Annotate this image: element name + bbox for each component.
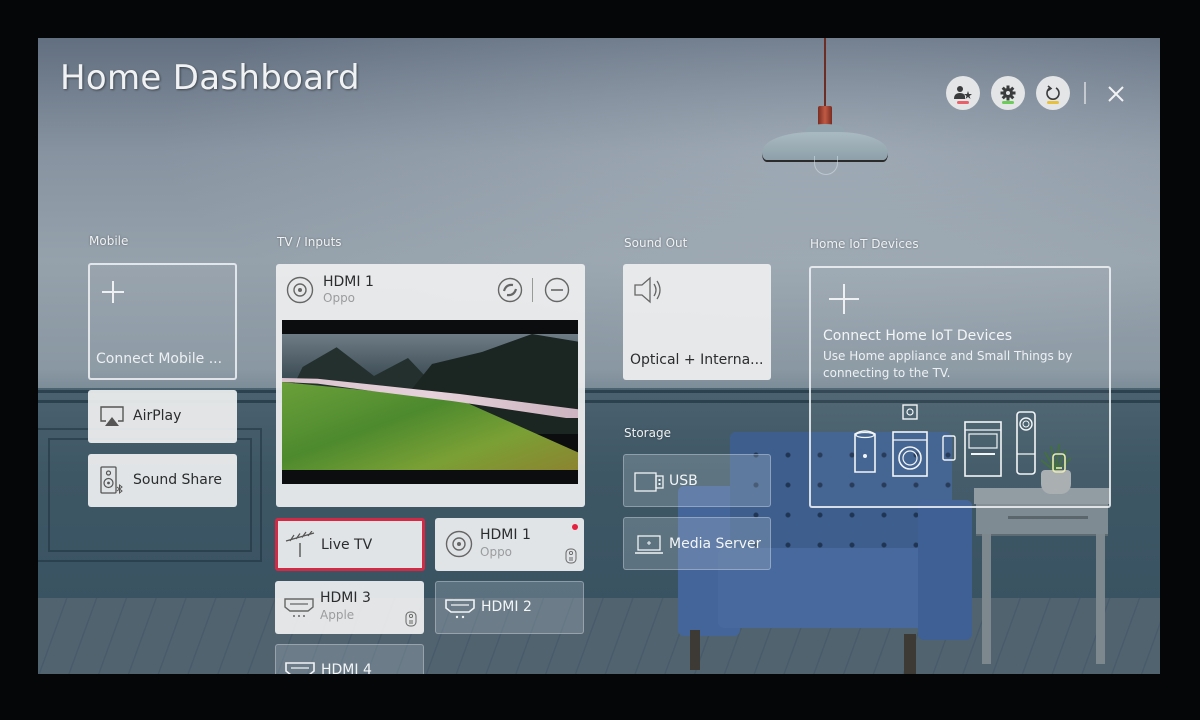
sound-out-label: Optical + Interna... — [630, 352, 764, 368]
speaker-icon — [634, 276, 661, 304]
user-star-icon — [954, 86, 972, 99]
input-hdmi-3[interactable]: HDMI 3 Apple — [275, 581, 424, 634]
hdmi-port-icon — [285, 662, 315, 674]
washing-machine-icon — [892, 404, 928, 477]
input-device: Apple — [320, 608, 355, 622]
iot-card-title: Connect Home IoT Devices — [823, 328, 1012, 344]
current-input-device: Oppo — [323, 291, 356, 305]
sync-icon[interactable] — [497, 277, 523, 303]
user-profile-button[interactable] — [946, 76, 980, 110]
input-name: Live TV — [321, 537, 373, 553]
tv-screen: Home Dashboard Mobile Connect Mobile ...… — [38, 38, 1160, 674]
phone-icon — [942, 435, 956, 461]
connect-mobile-card[interactable]: Connect Mobile ... — [88, 263, 237, 380]
close-icon[interactable] — [1104, 82, 1128, 106]
disc-input-icon — [445, 530, 473, 558]
settings-indicator — [1002, 101, 1014, 104]
storage-usb-label: USB — [669, 473, 698, 489]
remote-icon — [565, 548, 577, 564]
background-floor — [38, 598, 1160, 674]
airplay-icon — [100, 406, 124, 426]
storage-media-server-card[interactable]: Media Server — [623, 517, 771, 570]
refresh-button[interactable] — [1036, 76, 1070, 110]
sensor-icon — [1052, 453, 1066, 473]
header-divider — [1084, 82, 1086, 104]
gear-icon — [1000, 85, 1016, 101]
input-hdmi-2[interactable]: HDMI 2 — [435, 581, 584, 634]
storage-media-server-label: Media Server — [669, 536, 762, 552]
input-hdmi-1[interactable]: HDMI 1 Oppo — [435, 518, 584, 571]
connect-mobile-label: Connect Mobile ... — [96, 351, 223, 367]
connect-iot-card[interactable]: Connect Home IoT Devices Use Home applia… — [809, 266, 1111, 508]
remote-icon — [405, 611, 417, 627]
input-name: HDMI 2 — [481, 599, 532, 615]
antenna-icon — [285, 531, 315, 557]
speaker-bluetooth-icon — [100, 466, 123, 495]
input-hdmi-4[interactable]: HDMI 4 — [275, 644, 424, 674]
refresh-icon — [1046, 85, 1060, 100]
refresh-indicator — [1047, 101, 1059, 104]
minus-circle-icon[interactable] — [544, 277, 570, 303]
disc-input-icon — [286, 276, 314, 304]
current-input-name: HDMI 1 — [323, 274, 374, 290]
input-preview-video[interactable] — [282, 320, 578, 484]
plus-icon — [102, 281, 124, 303]
background-lamp — [824, 38, 826, 108]
section-label-sound-out: Sound Out — [624, 236, 688, 250]
laptop-icon — [635, 535, 663, 554]
sound-out-card[interactable]: Optical + Interna... — [623, 264, 771, 380]
smart-speaker-icon — [1016, 411, 1036, 475]
input-name: HDMI 1 — [480, 527, 531, 543]
page-title: Home Dashboard — [60, 58, 360, 98]
section-label-storage: Storage — [624, 426, 671, 440]
air-purifier-icon — [854, 430, 876, 473]
action-divider — [532, 278, 533, 302]
section-label-mobile: Mobile — [89, 234, 129, 248]
status-dot — [572, 524, 578, 530]
section-label-tv-inputs: TV / Inputs — [277, 235, 342, 249]
storage-usb-card[interactable]: USB — [623, 454, 771, 507]
hdmi-port-icon — [445, 599, 475, 619]
user-indicator — [957, 101, 969, 104]
sound-share-card[interactable]: Sound Share — [88, 454, 237, 507]
airplay-label: AirPlay — [133, 408, 182, 424]
plus-icon — [829, 284, 859, 314]
current-input-card[interactable]: HDMI 1 Oppo — [276, 264, 585, 507]
section-label-iot: Home IoT Devices — [810, 237, 919, 251]
hdmi-port-icon — [284, 598, 314, 617]
airplay-card[interactable]: AirPlay — [88, 390, 237, 443]
usb-icon — [634, 472, 664, 492]
oven-icon — [964, 421, 1002, 477]
input-live-tv[interactable]: Live TV — [275, 518, 425, 571]
input-name: HDMI 3 — [320, 590, 371, 606]
sound-share-label: Sound Share — [133, 472, 222, 488]
settings-button[interactable] — [991, 76, 1025, 110]
input-name: HDMI 4 — [321, 662, 372, 674]
iot-card-description: Use Home appliance and Small Things by c… — [823, 349, 1073, 380]
input-device: Oppo — [480, 545, 513, 559]
